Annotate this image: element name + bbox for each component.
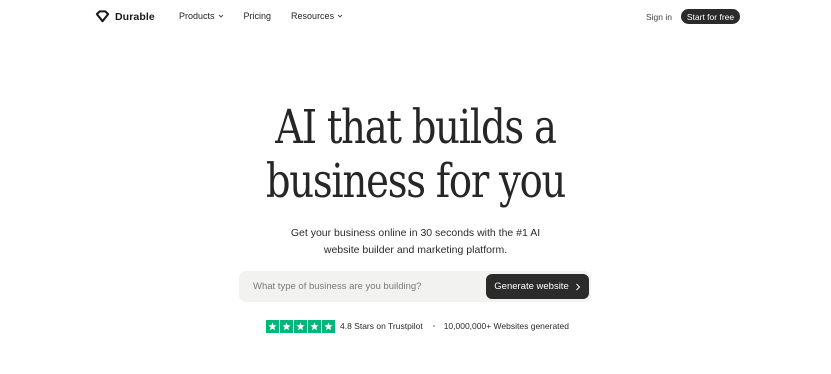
menu-item-label: Pricing <box>243 11 272 21</box>
headline-line-1: AI that builds a <box>275 100 557 155</box>
business-type-input[interactable] <box>239 271 493 302</box>
page: Durable Products Pricing Resources Sign … <box>0 0 831 374</box>
star-icon <box>266 319 279 333</box>
trust-row: 4.8 Stars on Trustpilot 10,000,000+ Webs… <box>266 319 569 333</box>
subtitle-line-1: Get your business online in 30 seconds w… <box>290 227 541 239</box>
main-menu: Products Pricing Resources <box>179 11 363 21</box>
star-icon <box>280 319 293 333</box>
top-nav: Durable Products Pricing Resources Sign … <box>0 0 831 34</box>
menu-item-label: Resources <box>291 11 335 21</box>
menu-item-resources[interactable]: Resources <box>291 11 343 21</box>
menu-item-label: Products <box>179 11 215 21</box>
sign-in-link[interactable]: Sign in <box>646 12 672 22</box>
brand-name: Durable <box>115 10 155 23</box>
diamond-logo-icon <box>95 10 110 23</box>
trustpilot-stars <box>266 319 335 333</box>
start-for-free-button[interactable]: Start for free <box>681 9 740 24</box>
business-prompt-bar: Generate website <box>239 271 591 302</box>
generate-website-button[interactable]: Generate website <box>486 274 589 299</box>
generate-website-label: Generate website <box>494 281 569 292</box>
subtitle-line-2: website builder and marketing platform. <box>323 244 508 256</box>
separator-dot <box>432 325 435 327</box>
trustpilot-rating: 4.8 Stars on Trustpilot <box>340 321 423 331</box>
brand-logo[interactable]: Durable <box>95 9 155 24</box>
chevron-down-icon <box>218 14 223 18</box>
hero-subtitle: Get your business online in 30 seconds w… <box>0 225 831 259</box>
websites-generated-count: 10,000,000+ Websites generated <box>443 321 570 331</box>
hero-headline: AI that builds a business for you <box>75 101 756 209</box>
star-icon <box>322 319 335 333</box>
star-icon <box>294 319 307 333</box>
star-icon <box>308 319 321 333</box>
chevron-down-icon <box>337 14 343 18</box>
menu-item-pricing[interactable]: Pricing <box>244 11 272 21</box>
menu-item-products[interactable]: Products <box>179 11 224 21</box>
chevron-right-icon <box>575 283 580 290</box>
headline-line-2: business for you <box>265 154 567 209</box>
